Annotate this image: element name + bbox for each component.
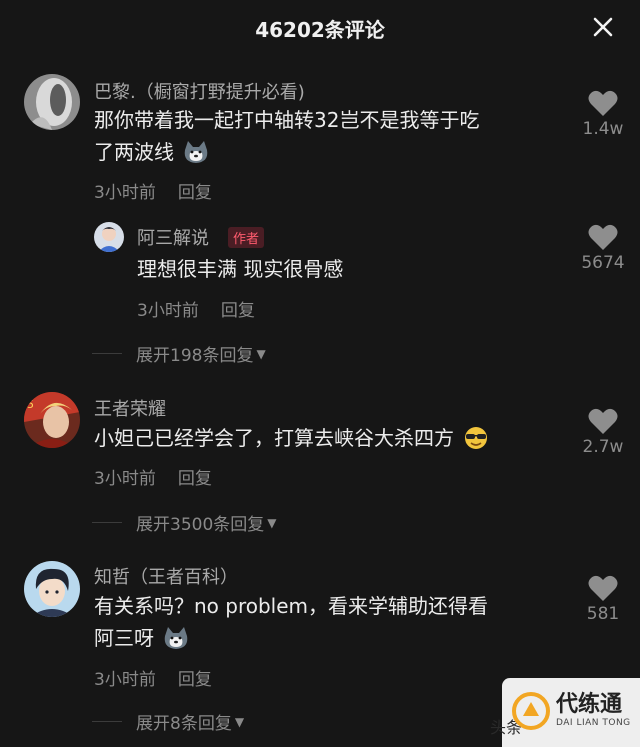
close-icon[interactable] [592, 16, 614, 38]
husky-emoji-icon [185, 141, 208, 163]
caret-down-icon: ▼ [267, 515, 277, 530]
heart-icon [588, 408, 618, 434]
divider-line [92, 721, 122, 722]
divider-line [92, 353, 122, 354]
like-button[interactable]: 2.7w [573, 408, 633, 457]
comment-meta: 3小时前 回复 [94, 665, 212, 690]
watermark: 头条 代练通 DAI LIAN TONG [490, 678, 640, 747]
caret-down-icon: ▼ [234, 714, 245, 729]
reply-time: 3小时前 [137, 301, 199, 321]
comment-text: 那你带着我一起打中轴转32岂不是我等于吃 了两波线 [94, 104, 564, 168]
author-badge: 作者 [228, 227, 265, 248]
watermark-logo-icon [512, 692, 550, 730]
comment-text: 小妲己已经学会了，打算去峡谷大杀四方 [94, 422, 564, 454]
comment-username[interactable]: 王者荣耀 [94, 395, 166, 421]
comment-text-line: 阿三呀 [94, 626, 154, 650]
comment-text-line: 了两波线 [94, 140, 174, 164]
comment-text-line: 小妲己已经学会了，打算去峡谷大杀四方 [94, 426, 454, 450]
avatar[interactable]: 5 [24, 392, 80, 448]
heart-icon [588, 224, 618, 250]
like-button[interactable]: 581 [573, 575, 633, 624]
expand-replies-button[interactable]: 展开198条回复 ▼ [92, 341, 266, 366]
watermark-title: 代练通 [556, 692, 623, 717]
comment-meta: 3小时前 回复 [94, 464, 212, 489]
avatar[interactable] [24, 74, 80, 130]
comment-text-line: 有关系吗？no problem，看来学辅助还得看 [94, 594, 489, 618]
comment-time: 3小时前 [94, 183, 156, 203]
caret-down-icon: ▼ [256, 346, 266, 361]
comment-username[interactable]: 知哲（王者百科） [94, 563, 238, 589]
cool-face-emoji-icon [465, 427, 488, 449]
svg-text:5: 5 [27, 398, 34, 411]
watermark-subtitle: DAI LIAN TONG [556, 718, 631, 728]
expand-replies-label: 展开3500条回复 [136, 515, 265, 535]
reply-meta: 3小时前 回复 [137, 296, 255, 321]
comment-count-title: 46202条评论 [255, 18, 385, 42]
comment-time: 3小时前 [94, 469, 156, 489]
expand-replies-button[interactable]: 展开8条回复 ▼ [92, 709, 244, 734]
divider-line [92, 522, 122, 523]
expand-replies-label: 展开8条回复 [136, 714, 232, 734]
expand-replies-button[interactable]: 展开3500条回复 ▼ [92, 510, 277, 535]
like-count: 581 [586, 604, 620, 624]
heart-icon [588, 90, 618, 116]
comment-username[interactable]: 巴黎.（橱窗打野提升必看) [94, 78, 305, 104]
like-button[interactable]: 5674 [573, 224, 633, 273]
comment-text: 有关系吗？no problem，看来学辅助还得看 阿三呀 [94, 590, 564, 654]
like-button[interactable]: 1.4w [573, 90, 633, 139]
expand-replies-label: 展开198条回复 [136, 346, 254, 366]
like-count: 2.7w [582, 437, 624, 457]
avatar[interactable] [94, 222, 124, 252]
reply-button[interactable]: 回复 [178, 469, 212, 489]
reply-username[interactable]: 阿三解说 [137, 224, 209, 250]
comment-meta: 3小时前 回复 [94, 178, 212, 203]
comment-text-line: 那你带着我一起打中轴转32岂不是我等于吃 [94, 108, 480, 132]
avatar[interactable] [24, 561, 80, 617]
like-count: 5674 [581, 253, 625, 273]
like-count: 1.4w [582, 119, 624, 139]
husky-emoji-icon [165, 627, 188, 649]
reply-button[interactable]: 回复 [178, 183, 212, 203]
reply-button[interactable]: 回复 [178, 670, 212, 690]
comment-time: 3小时前 [94, 670, 156, 690]
reply-text: 理想很丰满 现实很骨感 [137, 257, 344, 281]
comments-header: 46202条评论 [0, 0, 640, 56]
reply-button[interactable]: 回复 [221, 301, 255, 321]
heart-icon [588, 575, 618, 601]
